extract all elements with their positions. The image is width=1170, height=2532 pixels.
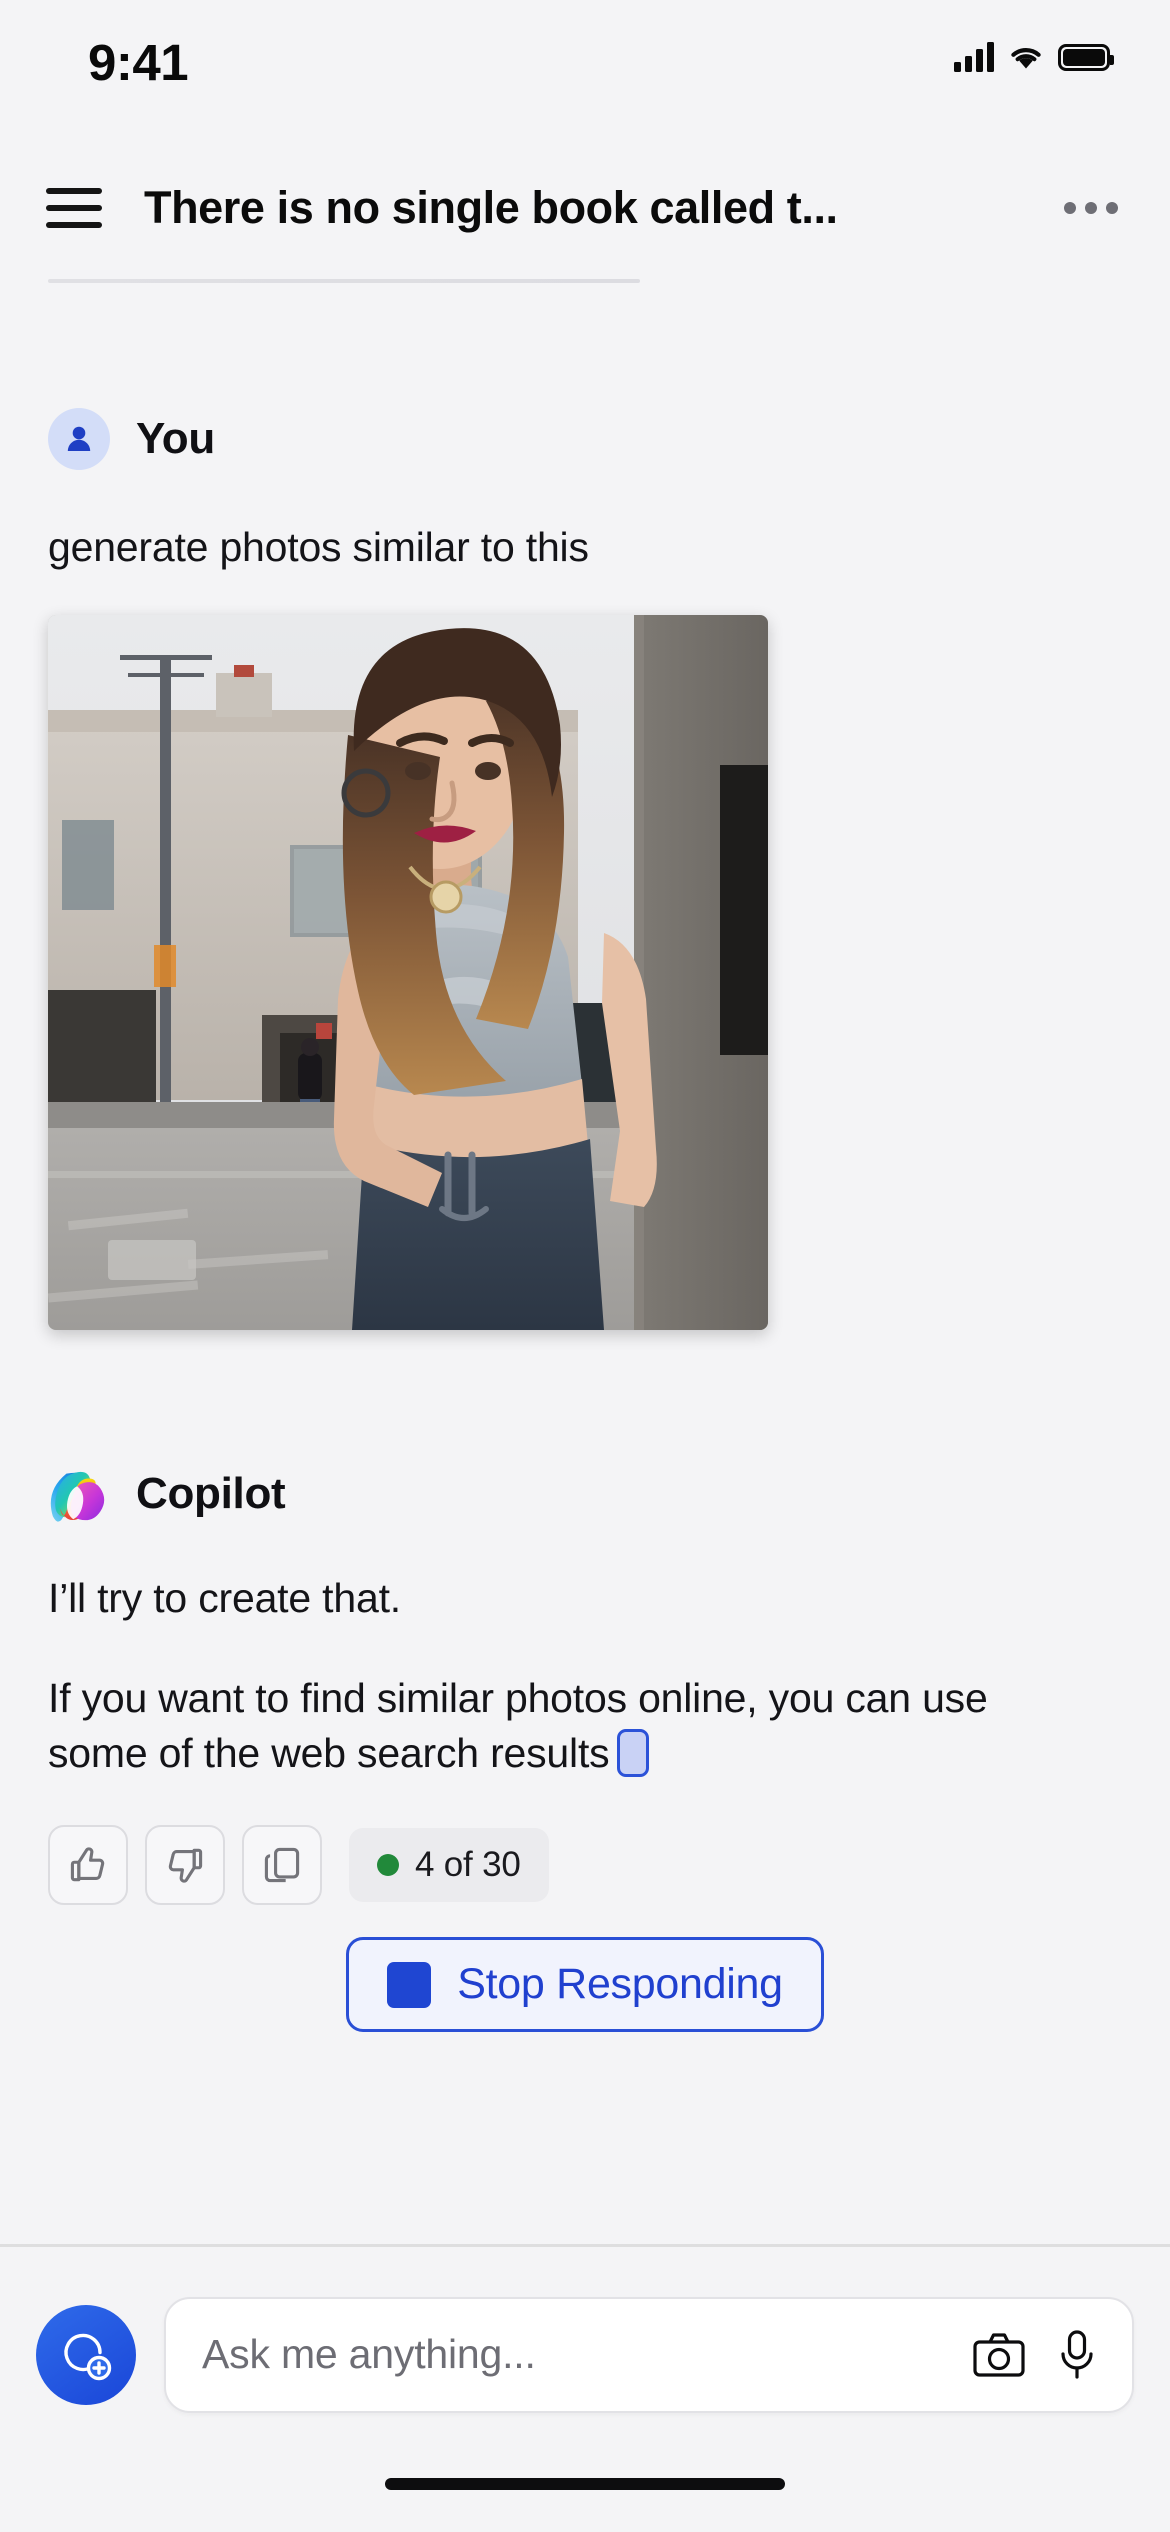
assistant-name: Copilot bbox=[136, 1469, 286, 1519]
response-counter: 4 of 30 bbox=[349, 1828, 549, 1903]
user-message-text: generate photos similar to this bbox=[48, 524, 589, 570]
feedback-toolbar: 4 of 30 bbox=[48, 1825, 1122, 1906]
stop-square-icon bbox=[387, 1961, 432, 2008]
thumbs-down-icon[interactable] bbox=[145, 1825, 225, 1906]
stop-responding-button[interactable]: Stop Responding bbox=[346, 1937, 824, 2033]
home-indicator-area bbox=[0, 2462, 1170, 2532]
wifi-icon bbox=[1011, 48, 1041, 69]
battery-full-icon bbox=[1058, 43, 1114, 71]
app-screen: 9:41 There is no single book called t... bbox=[0, 0, 1170, 2532]
user-name: You bbox=[136, 414, 215, 463]
status-bar: 9:41 bbox=[0, 0, 1170, 150]
hamburger-menu-icon[interactable] bbox=[46, 183, 102, 233]
conversation-thread: You generate photos similar to this Copi… bbox=[0, 283, 1170, 2244]
assistant-paragraph-1: I’ll try to create that. bbox=[48, 1575, 401, 1622]
page-title: There is no single book called t... bbox=[144, 181, 838, 233]
citation-chip[interactable] bbox=[617, 1729, 650, 1778]
composer-bar bbox=[0, 2247, 1170, 2462]
attached-photo[interactable] bbox=[48, 615, 768, 1331]
response-counter-label: 4 of 30 bbox=[415, 1845, 521, 1885]
home-indicator bbox=[385, 2478, 785, 2490]
more-options-icon[interactable] bbox=[1058, 188, 1124, 228]
assistant-paragraph-2: If you want to find similar photos onlin… bbox=[48, 1671, 1088, 1782]
status-bar-indicators bbox=[954, 42, 1114, 72]
assistant-paragraph-2-text: If you want to find similar photos onlin… bbox=[48, 1674, 988, 1777]
user-speaker-row: You bbox=[48, 408, 1122, 470]
composer-input-wrapper[interactable] bbox=[164, 2296, 1134, 2413]
stop-responding-label: Stop Responding bbox=[457, 1960, 783, 2009]
status-bar-time: 9:41 bbox=[88, 34, 189, 91]
microphone-icon[interactable] bbox=[1056, 2329, 1098, 2381]
copilot-logo-icon bbox=[50, 1472, 105, 1522]
assistant-speaker-row: Copilot bbox=[48, 1463, 1122, 1525]
search-input[interactable] bbox=[202, 2331, 942, 2378]
app-header: There is no single book called t... bbox=[0, 150, 1170, 265]
thumbs-up-icon[interactable] bbox=[48, 1825, 128, 1906]
copy-icon[interactable] bbox=[242, 1825, 322, 1906]
assistant-turn: Copilot I’ll try to create that. If you … bbox=[48, 1463, 1122, 2033]
user-turn: You generate photos similar to this bbox=[48, 408, 1122, 1331]
stop-responding-row: Stop Responding bbox=[48, 1937, 1122, 2033]
status-dot-icon bbox=[377, 1854, 399, 1877]
new-chat-bubble-plus-icon[interactable] bbox=[36, 2304, 136, 2405]
cellular-signal-icon bbox=[954, 42, 994, 72]
attached-photo-graphic bbox=[48, 615, 768, 1331]
camera-icon[interactable] bbox=[972, 2332, 1026, 2378]
person-avatar-icon bbox=[48, 408, 110, 470]
